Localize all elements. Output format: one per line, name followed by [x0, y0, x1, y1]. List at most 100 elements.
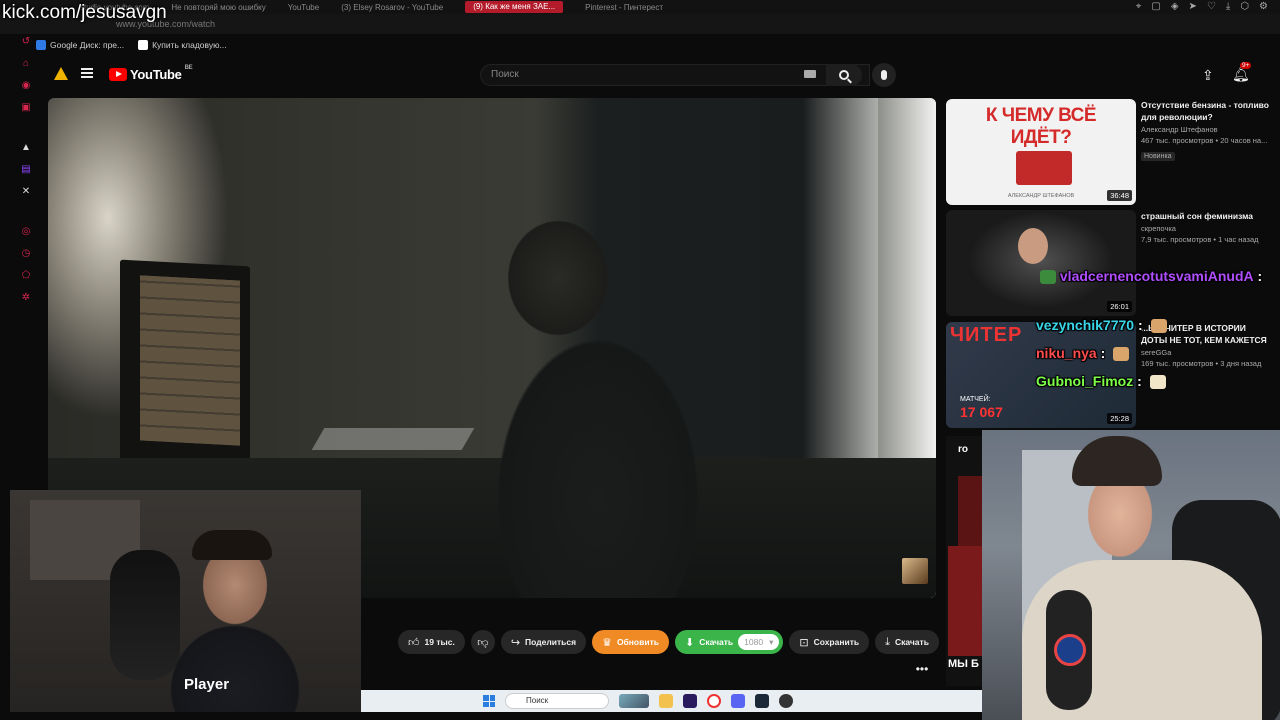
notification-badge: 9+: [1240, 62, 1252, 69]
recommendation-channel[interactable]: sereGGa: [1141, 348, 1273, 357]
hamburger-menu-icon[interactable]: [81, 68, 93, 78]
video-person: [458, 168, 718, 598]
mic-icon: [881, 70, 887, 80]
bookmark-icon[interactable]: ⌂: [20, 58, 32, 70]
warning-icon: [54, 67, 68, 80]
tabs-icon[interactable]: ▢: [1151, 1, 1160, 12]
vk-icon: [138, 40, 149, 51]
webcam-left: Player: [10, 490, 361, 712]
streamer-left-hair: [192, 530, 272, 560]
share-label: Поделиться: [525, 637, 577, 647]
download-arrow-icon: ⬇: [684, 636, 695, 649]
tab-mistake[interactable]: Не повторяй мою ошибку: [171, 3, 265, 12]
arc-icon[interactable]: ▲: [20, 142, 32, 154]
windows-start-icon[interactable]: [483, 695, 495, 707]
notes-icon[interactable]: ▣: [20, 102, 32, 114]
bookmark-vk[interactable]: Купить кладовую...: [138, 40, 227, 51]
thumbnail-count-label: МАТЧЕЙ:: [960, 396, 991, 403]
download-icon[interactable]: ⤓: [1226, 1, 1230, 12]
chat-username: Gubnoi_Fimoz: [1036, 373, 1134, 389]
extensions-icon[interactable]: ⬡: [1240, 1, 1249, 12]
tab-elsey[interactable]: (3) Elsey Rosarov - YouTube: [341, 3, 443, 12]
heart-icon[interactable]: ♡: [1207, 1, 1216, 12]
history-icon[interactable]: ↺: [20, 36, 32, 48]
save-button[interactable]: ⊡ Сохранить: [789, 630, 870, 654]
clock-icon[interactable]: ◷: [20, 248, 32, 260]
thumbnail-text: ЧИТЕР: [950, 324, 1023, 346]
thumbs-down-icon: 👎︎: [477, 636, 489, 649]
recommendation-stats: 467 тыс. просмотров • 20 часов на...: [1141, 136, 1268, 145]
download-icon: ⤓: [885, 635, 890, 648]
thumbs-up-icon: 👍︎: [408, 636, 420, 649]
recommendation-thumbnail[interactable]: 26:01: [946, 210, 1136, 316]
share-button[interactable]: ↪ Поделиться: [500, 630, 587, 654]
channel-watermark-avatar[interactable]: [902, 558, 928, 584]
download-native-button[interactable]: ⤓ Скачать: [875, 630, 939, 654]
voice-search-button[interactable]: [872, 63, 896, 87]
chat-colon: :: [1133, 373, 1142, 389]
premiere-icon[interactable]: [683, 694, 697, 708]
download-button[interactable]: ⬇ Скачать 1080 ▾: [674, 630, 784, 654]
partial-title: ro: [958, 444, 968, 455]
chat-colon: :: [1096, 345, 1106, 361]
recommendation-channel[interactable]: Александр Штефанов: [1141, 125, 1273, 134]
youtube-logo[interactable]: YouTube BE: [109, 65, 193, 82]
recommendation-thumbnail[interactable]: К ЧЕМУ ВСЁ ИДЁТ? АЛЕКСАНДР ШТЕФАНОВ 36:4…: [946, 99, 1136, 205]
recommendation-meta: страшный сон феминизма скрепочка 7,9 тыс…: [1141, 210, 1273, 244]
tab-active[interactable]: (9) Как же меня ЗАЕ...: [465, 1, 564, 13]
region-code: BE: [184, 65, 193, 71]
search-icon: [839, 70, 849, 80]
shirt-print: Player: [184, 676, 230, 693]
recommendation-title[interactable]: Отсутствие бензина - топливо для революц…: [1141, 99, 1273, 123]
opera-icon[interactable]: [707, 694, 721, 708]
update-button[interactable]: ♛ Обновить: [592, 630, 669, 654]
taskbar-search[interactable]: Поиск: [505, 693, 609, 709]
divider: [20, 208, 32, 216]
twitch-icon[interactable]: ▤: [20, 164, 32, 176]
recommendation-title[interactable]: страшный сон феминизма: [1141, 210, 1273, 222]
recommendation-item[interactable]: 26:01 страшный сон феминизма скрепочка 7…: [946, 210, 1280, 318]
quality-select[interactable]: 1080 ▾: [738, 634, 780, 650]
recommendation-item[interactable]: К ЧЕМУ ВСЁ ИДЁТ? АЛЕКСАНДР ШТЕФАНОВ 36:4…: [946, 99, 1280, 207]
chat-message: vezynchik7770 :: [1036, 317, 1167, 334]
shield-icon[interactable]: ◈: [1171, 1, 1179, 12]
dislike-button[interactable]: 👎︎: [470, 630, 495, 654]
pin-icon[interactable]: ⌖: [1136, 1, 1142, 12]
extension-icon[interactable]: ⬠: [20, 270, 32, 282]
steam-icon[interactable]: [755, 694, 769, 708]
tab-pinterest[interactable]: Pinterest - Пинтерест: [585, 3, 663, 12]
tab-youtube[interactable]: YouTube: [288, 3, 319, 12]
player-icon[interactable]: ◎: [20, 226, 32, 238]
send-icon[interactable]: ➤: [1189, 1, 1197, 12]
chat-username: vezynchik7770: [1036, 317, 1135, 333]
search-button[interactable]: [826, 64, 862, 86]
address-bar[interactable]: www.youtube.com/watch: [0, 14, 1280, 34]
chat-message: Gubnoi_Fimoz :: [1036, 373, 1166, 390]
more-options-icon[interactable]: •••: [910, 660, 934, 682]
download-native-label: Скачать: [894, 637, 929, 647]
bookmark-google-drive[interactable]: Google Диск: пре...: [36, 40, 124, 51]
upload-icon[interactable]: ⇪: [1202, 67, 1214, 84]
x-icon[interactable]: ✕: [20, 186, 32, 198]
video-duration: 26:01: [1107, 301, 1132, 312]
video-duration: 36:48: [1107, 190, 1132, 201]
partial-thumbnail: [958, 476, 982, 546]
recommendation-channel[interactable]: скрепочка: [1141, 224, 1273, 233]
recommendation-partial[interactable]: ro МЫ Б: [946, 436, 982, 686]
pinterest-icon[interactable]: ◉: [20, 80, 32, 92]
keyboard-icon[interactable]: [804, 70, 816, 78]
discord-icon[interactable]: [731, 694, 745, 708]
obs-icon[interactable]: [779, 694, 793, 708]
bookmarks-bar: Google Диск: пре... Купить кладовую...: [36, 36, 227, 54]
thumbnail-text: К ЧЕМУ ВСЁ ИДЁТ?: [985, 105, 1097, 148]
recommendation-stats: 7,9 тыс. просмотров • 1 час назад: [1141, 235, 1259, 244]
chat-colon: :: [1253, 268, 1263, 284]
partial-thumbnail: [948, 546, 982, 656]
share-icon: ↪: [510, 636, 521, 649]
bookmark-icon: ⊡: [799, 636, 809, 649]
gear-icon[interactable]: ✲: [20, 292, 32, 304]
like-button[interactable]: 👍︎ 19 тыс.: [398, 630, 465, 654]
weather-widget-icon[interactable]: [619, 694, 649, 708]
folder-icon[interactable]: [659, 694, 673, 708]
settings-icon[interactable]: ⚙: [1259, 1, 1268, 12]
